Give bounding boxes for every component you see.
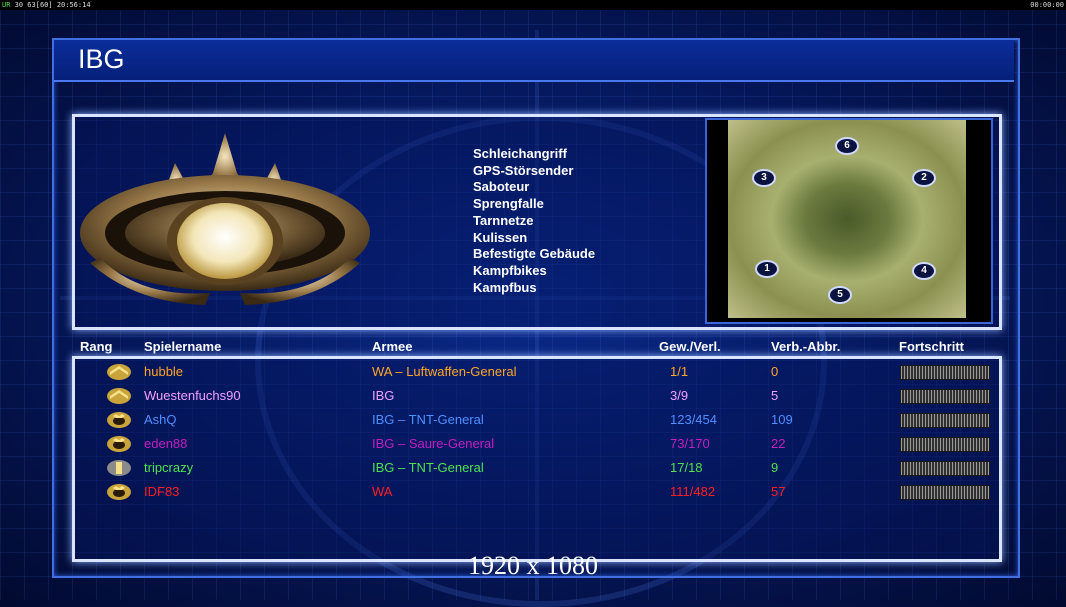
star-rank-icon xyxy=(107,484,131,500)
player-disconnects: 0 xyxy=(771,364,779,379)
feature-item: Kulissen xyxy=(473,229,528,245)
table-row[interactable]: tripcrazy IBG – TNT-General 17/18 9 xyxy=(0,456,1066,480)
map-start-position: 4 xyxy=(912,262,936,280)
player-win-loss: 73/170 xyxy=(670,436,710,451)
player-disconnects: 109 xyxy=(771,412,793,427)
feature-item: Befestigte Gebäude xyxy=(473,246,596,262)
army-features-list: Schleichangriff GPS-Störsender Saboteur … xyxy=(473,146,595,296)
map-start-position: 2 xyxy=(912,169,936,187)
title-bar xyxy=(54,40,1014,82)
player-disconnects: 5 xyxy=(771,388,779,403)
player-win-loss: 17/18 xyxy=(670,460,703,475)
player-name: tripcrazy xyxy=(144,460,194,475)
status-ur-label: UR xyxy=(2,1,11,9)
status-fps: [60] xyxy=(35,1,53,9)
table-row[interactable]: IDF83 WA 111/482 57 xyxy=(0,480,1066,504)
player-name: AshQ xyxy=(144,412,177,427)
player-disconnects: 9 xyxy=(771,460,779,475)
header-win-loss: Gew./Verl. xyxy=(659,339,721,354)
player-progress-bar xyxy=(900,413,990,428)
table-row[interactable]: hubble WA – Luftwaffen-General 1/1 0 xyxy=(0,360,1066,384)
status-timer: 00:00:00 xyxy=(1030,1,1064,9)
player-name: hubble xyxy=(144,364,184,379)
feature-item: Tarnnetze xyxy=(473,212,534,228)
feature-item: Kampfbikes xyxy=(473,262,547,278)
player-army: WA – Luftwaffen-General xyxy=(372,364,517,379)
player-progress-bar xyxy=(900,389,990,404)
feature-item: Sprengfalle xyxy=(473,196,544,212)
feature-item: Kampfbus xyxy=(473,279,537,295)
player-win-loss: 1/1 xyxy=(670,364,689,379)
page-title: IBG xyxy=(78,44,125,74)
status-bar: UR 30 63[60] 20:56:14 00:00:00 xyxy=(0,0,1066,10)
bar-rank-icon xyxy=(107,460,131,476)
player-disconnects: 57 xyxy=(771,484,786,499)
star-rank-icon xyxy=(107,436,131,452)
header-progress: Fortschritt xyxy=(899,339,964,354)
star-rank-icon xyxy=(107,412,131,428)
header-army: Armee xyxy=(372,339,413,354)
feature-item: GPS-Störsender xyxy=(473,162,574,178)
header-player-name: Spielername xyxy=(144,339,222,354)
table-row[interactable]: Wuestenfuchs90 IBG 3/9 5 xyxy=(0,384,1066,408)
player-progress-bar xyxy=(900,461,990,476)
faction-emblem-icon xyxy=(80,133,370,305)
chevron-rank-icon xyxy=(107,364,131,380)
feature-item: Schleichangriff xyxy=(473,146,567,161)
status-clock: 20:56:14 xyxy=(56,1,91,9)
chevron-rank-icon xyxy=(107,388,131,404)
player-army: IBG – Saure-General xyxy=(372,436,495,451)
player-win-loss: 3/9 xyxy=(670,388,689,403)
player-progress-bar xyxy=(900,365,990,380)
player-win-loss: 111/482 xyxy=(670,484,716,499)
player-name: IDF83 xyxy=(144,484,180,499)
player-army: IBG – TNT-General xyxy=(372,460,484,475)
player-progress-bar xyxy=(900,485,990,500)
player-army: WA xyxy=(372,484,393,499)
map-start-position: 3 xyxy=(752,169,776,187)
player-progress-bar xyxy=(900,437,990,452)
player-win-loss: 123/454 xyxy=(670,412,717,427)
table-row[interactable]: eden88 IBG – Saure-General 73/170 22 xyxy=(0,432,1066,456)
map-start-position: 6 xyxy=(835,137,859,155)
map-start-position: 1 xyxy=(755,260,779,278)
player-disconnects: 22 xyxy=(771,436,786,451)
resolution-label: 1920 x 1080 xyxy=(468,551,598,580)
player-name: eden88 xyxy=(144,436,188,451)
status-frame-numbers: 30 63 xyxy=(14,1,36,9)
map-start-position: 5 xyxy=(828,286,852,304)
feature-item: Saboteur xyxy=(473,179,530,195)
player-name: Wuestenfuchs90 xyxy=(144,388,241,403)
player-army: IBG xyxy=(372,388,395,403)
player-army: IBG – TNT-General xyxy=(372,412,484,427)
table-row[interactable]: AshQ IBG – TNT-General 123/454 109 xyxy=(0,408,1066,432)
header-rank: Rang xyxy=(80,339,113,354)
header-disconnects: Verb.-Abbr. xyxy=(771,339,841,354)
